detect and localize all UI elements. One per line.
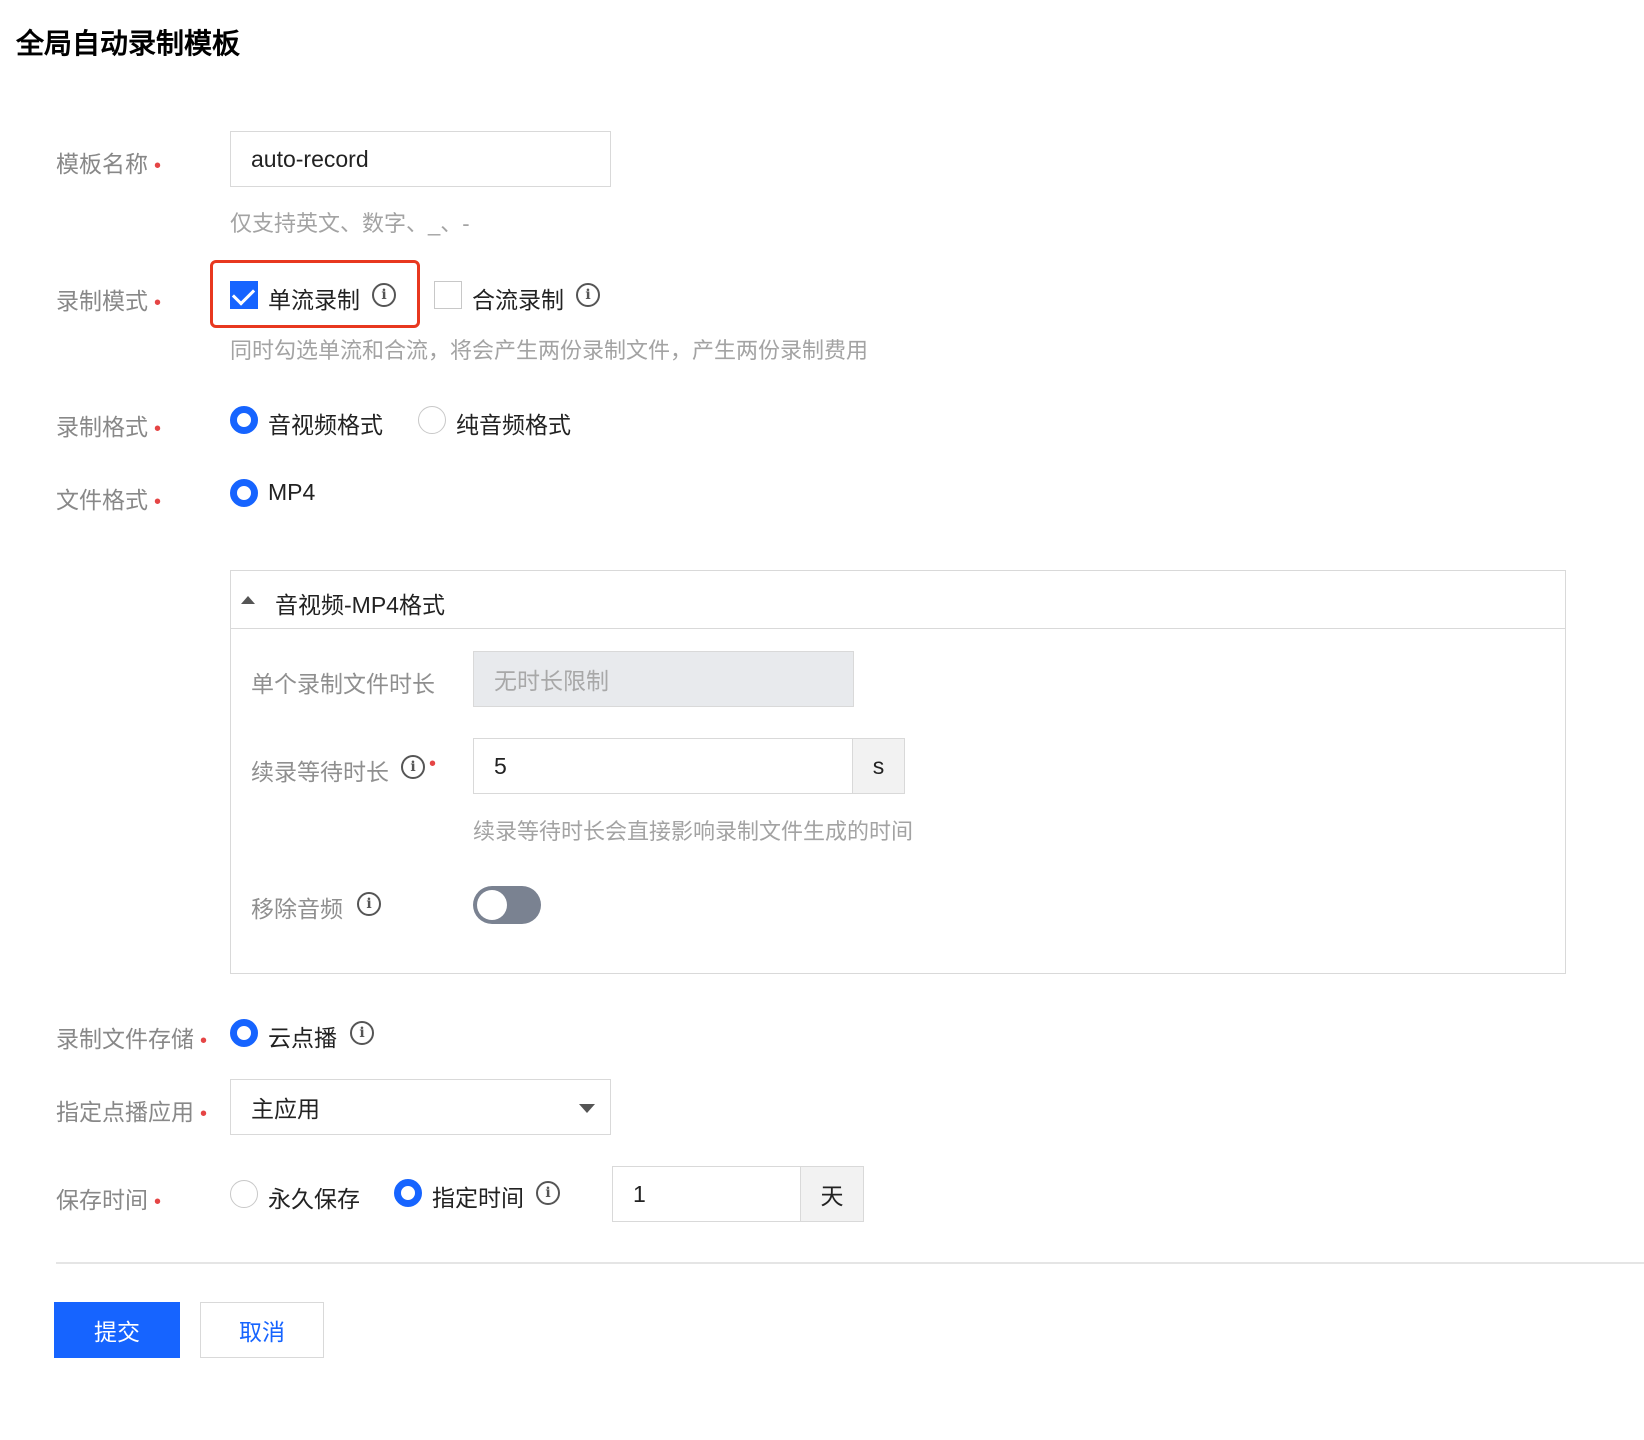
resume-wait-label: 续录等待时长 [251,759,389,785]
single-file-duration-input: 无时长限制 [473,651,854,707]
resume-wait-help: 续录等待时长会直接影响录制文件生成的时间 [473,819,914,844]
check-icon [231,282,256,306]
mixed-stream-checkbox[interactable] [434,281,462,309]
record-format-label: 录制格式 • [56,414,162,440]
submit-button[interactable]: 提交 [54,1302,180,1358]
required-mark: • [200,1030,208,1052]
mp4-label: MP4 [268,479,316,505]
toggle-knob [477,890,507,920]
file-format-label: 文件格式 • [56,487,162,513]
vod-app-label: 指定点播应用 • [56,1099,208,1125]
retention-days-input[interactable]: 1 [612,1166,802,1222]
permanent-label: 永久保存 [268,1186,360,1212]
template-name-help: 仅支持英文、数字、_、- [230,211,470,236]
info-icon[interactable]: i [536,1181,560,1205]
required-mark: • [154,292,162,314]
required-mark: • [200,1103,208,1125]
specified-time-radio[interactable] [394,1179,422,1207]
info-icon[interactable]: i [350,1021,374,1045]
mp4-settings-panel: 音视频-MP4格式 单个录制文件时长 无时长限制 续录等待时长 i • 5 s … [230,570,1566,974]
remove-audio-label: 移除音频 [251,896,343,922]
required-mark: • [154,1191,162,1213]
required-mark: • [154,491,162,513]
av-format-radio[interactable] [230,406,258,434]
vod-app-select[interactable]: 主应用 [230,1079,611,1135]
av-format-label: 音视频格式 [268,412,383,438]
template-name-label: 模板名称 • [56,151,162,177]
record-mode-help: 同时勾选单流和合流，将会产生两份录制文件，产生两份录制费用 [230,338,869,363]
single-stream-label: 单流录制 [268,287,360,313]
info-icon[interactable]: i [357,892,381,916]
cancel-button[interactable]: 取消 [200,1302,324,1358]
specified-time-label: 指定时间 [432,1185,524,1211]
mp4-radio[interactable] [230,479,258,507]
single-file-duration-label: 单个录制文件时长 [251,671,435,697]
storage-label: 录制文件存储 • [56,1026,208,1052]
vod-label: 云点播 [268,1025,337,1051]
collapse-icon[interactable] [241,596,255,604]
days-unit: 天 [800,1166,864,1222]
single-stream-checkbox[interactable] [230,281,258,309]
vod-radio[interactable] [230,1019,258,1047]
mixed-stream-label: 合流录制 [472,287,564,313]
required-mark: • [429,753,437,775]
resume-wait-input[interactable]: 5 [473,738,854,794]
retention-label: 保存时间 • [56,1187,162,1213]
remove-audio-toggle[interactable] [473,886,541,924]
permanent-radio[interactable] [230,1180,258,1208]
audio-only-label: 纯音频格式 [456,412,571,438]
info-icon[interactable]: i [401,755,425,779]
seconds-unit: s [852,738,905,794]
required-mark: • [154,155,162,177]
record-mode-label: 录制模式 • [56,288,162,314]
page-title: 全局自动录制模板 [16,28,241,59]
required-mark: • [154,418,162,440]
panel-title: 音视频-MP4格式 [275,592,445,618]
panel-header[interactable]: 音视频-MP4格式 [231,571,1565,629]
info-icon[interactable]: i [576,283,600,307]
chevron-down-icon [579,1104,595,1113]
template-name-input[interactable]: auto-record [230,131,611,187]
audio-only-radio[interactable] [418,406,446,434]
info-icon[interactable]: i [372,283,396,307]
divider [56,1262,1644,1264]
